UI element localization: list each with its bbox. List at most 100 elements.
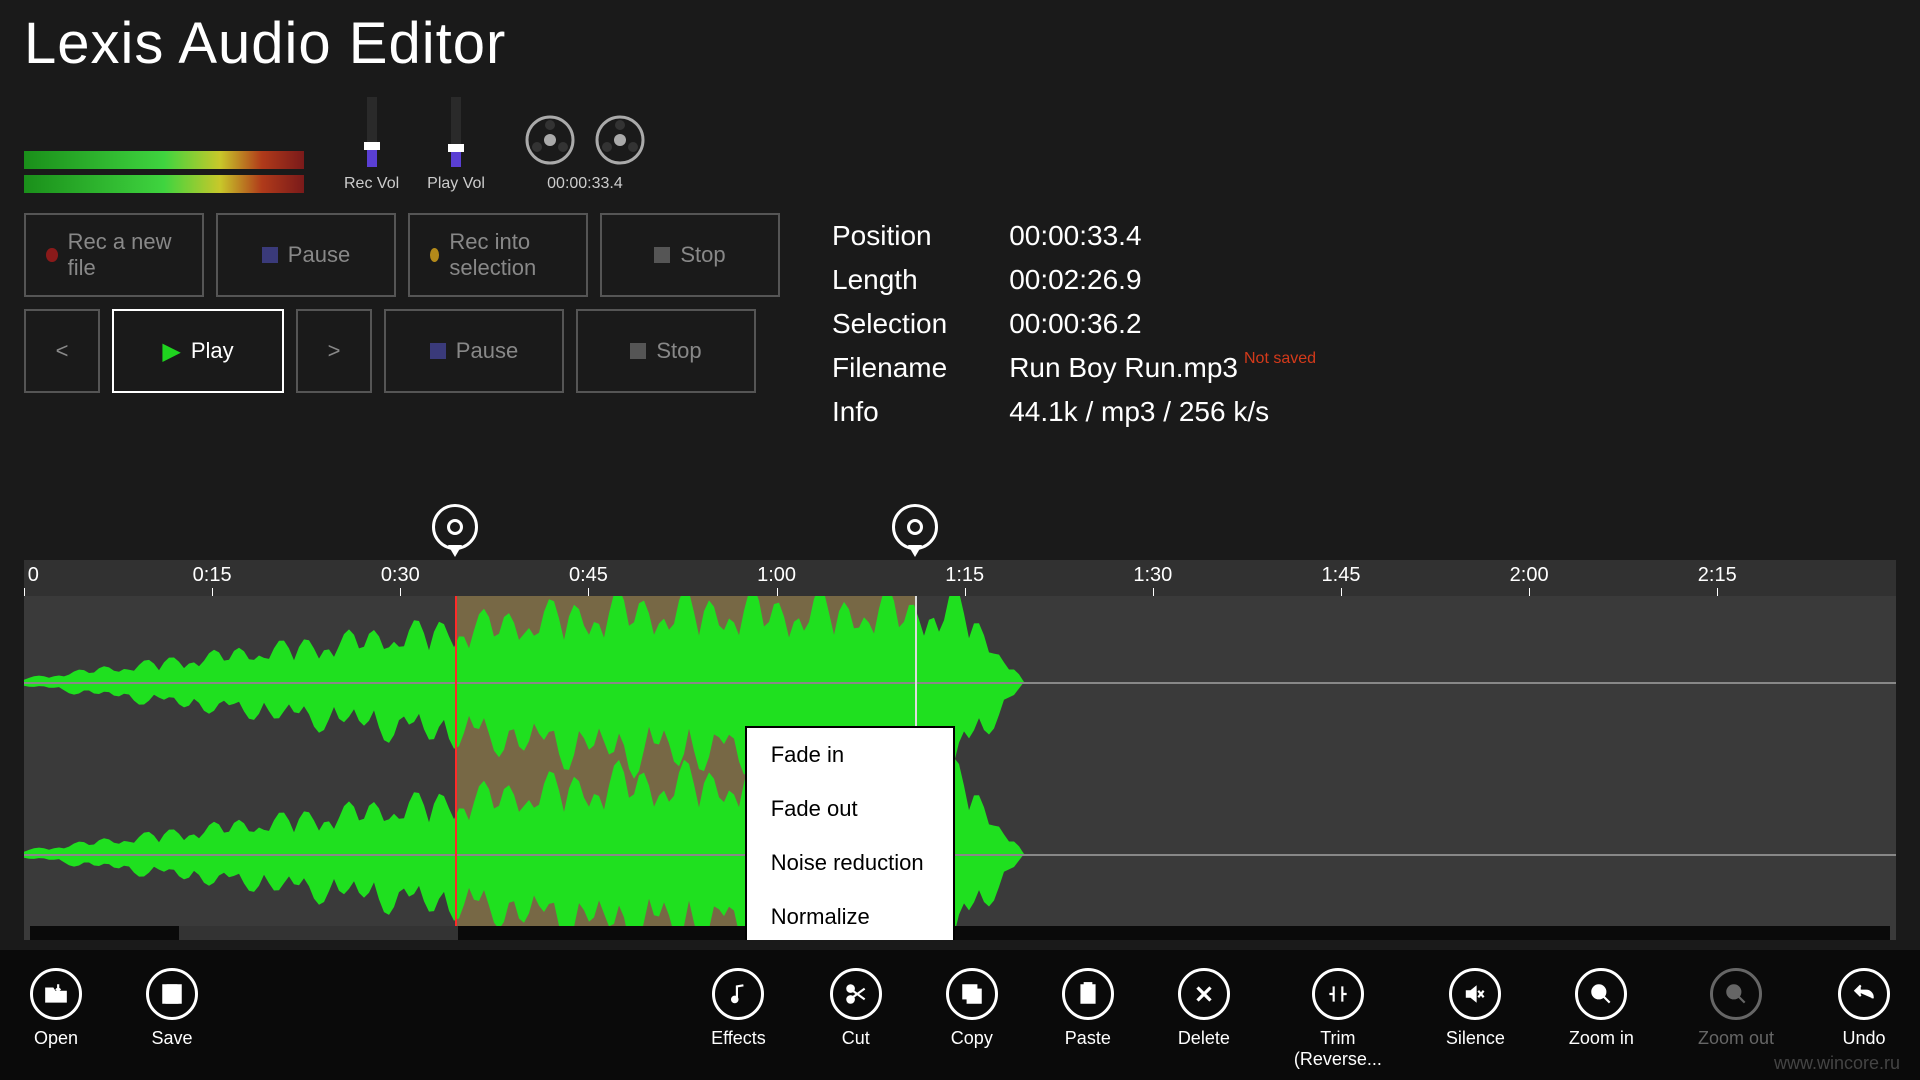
rec-new-file-button[interactable]: Rec a new file [24,213,204,297]
copy-button[interactable]: Copy [946,968,998,1049]
meters-panel: Rec Vol Play Vol 00:00:33.4 [24,97,1920,193]
play-icon: ▶ [162,337,180,366]
context-menu-item[interactable]: Normalize [747,890,953,940]
appbar-label: Effects [711,1028,766,1049]
reel-right-icon [595,115,645,165]
appbar-label: Zoom in [1569,1028,1634,1049]
prev-button[interactable]: < [24,309,100,393]
selection-value: 00:00:36.2 [1009,303,1316,345]
ruler-label: 0:15 [193,564,232,587]
ruler-label: 0 [28,564,39,587]
selection-end-marker[interactable] [892,504,938,550]
ruler-label: 2:00 [1510,564,1549,587]
waveform-area[interactable]: 0 0:15 0:30 0:45 1:00 1:15 1:30 1:45 2:00 2:15 Fa… [24,560,1896,940]
rec-vol-label: Rec Vol [344,175,399,193]
length-value: 00:02:26.9 [1009,259,1316,301]
ruler-label: 1:30 [1133,564,1172,587]
silence-button[interactable]: Silence [1446,968,1505,1049]
center-line [24,682,1896,684]
appbar-label: Zoom out [1698,1028,1774,1049]
play-volume-slider[interactable]: Play Vol [427,97,485,193]
selection-start-marker[interactable] [432,504,478,550]
pause-play-button[interactable]: Pause [384,309,564,393]
zoomin-button[interactable]: Zoom in [1569,968,1634,1049]
trim-icon [1312,968,1364,1020]
context-menu-item[interactable]: Noise reduction [747,836,953,890]
undo-icon [1838,968,1890,1020]
ruler-label: 1:45 [1322,564,1361,587]
ruler-label: 1:00 [757,564,796,587]
pause-icon [430,343,446,359]
position-value: 00:00:33.4 [1009,215,1316,257]
stop-rec-button[interactable]: Stop [600,213,780,297]
rec-volume-slider[interactable]: Rec Vol [344,97,399,193]
tape-reels: 00:00:33.4 [525,115,645,193]
appbar-label: Paste [1065,1028,1111,1049]
stop-play-button[interactable]: Stop [576,309,756,393]
zoomout-button: Zoom out [1698,968,1774,1049]
appbar-label: Trim (Reverse... [1294,1028,1382,1070]
scissors-icon [830,968,882,1020]
reel-left-icon [525,115,575,165]
app-bar: Open Save Effects Cut Copy Paste Delete Trim (R… [0,950,1920,1080]
watermark: www.wincore.ru [1774,1053,1900,1074]
play-vol-label: Play Vol [427,175,485,193]
filename-value: Run Boy Run.mp3 [1009,352,1238,383]
paste-icon [1062,968,1114,1020]
record-icon [46,248,58,262]
appbar-label: Undo [1842,1028,1885,1049]
scrollbar-thumb[interactable] [179,926,458,940]
effects-button[interactable]: Effects [711,968,766,1049]
effects-context-menu: Fade inFade outNoise reductionNormalize [745,726,955,940]
zoomout-icon [1710,968,1762,1020]
copy-icon [946,968,998,1020]
time-ruler[interactable]: 0 0:15 0:30 0:45 1:00 1:15 1:30 1:45 2:00 2:15 [24,560,1896,596]
open-button[interactable]: Open [30,968,82,1049]
pause-rec-button[interactable]: Pause [216,213,396,297]
appbar-label: Copy [951,1028,993,1049]
stop-icon [630,343,646,359]
ruler-label: 0:30 [381,564,420,587]
mute-icon [1449,968,1501,1020]
info-value: 44.1k / mp3 / 256 k/s [1009,391,1316,433]
playhead[interactable] [455,596,457,940]
app-title: Lexis Audio Editor [0,0,1920,77]
x-icon [1178,968,1230,1020]
zoomin-icon [1575,968,1627,1020]
play-button[interactable]: ▶Play [112,309,284,393]
file-info: Position00:00:33.4 Length00:02:26.9 Sele… [830,213,1318,435]
undo-button[interactable]: Undo [1838,968,1890,1049]
cut-button[interactable]: Cut [830,968,882,1049]
not-saved-badge: Not saved [1244,350,1316,367]
folder-icon [30,968,82,1020]
ruler-label: 1:15 [945,564,984,587]
vu-meter [24,151,304,193]
next-button[interactable]: > [296,309,372,393]
appbar-label: Save [151,1028,192,1049]
note-icon [712,968,764,1020]
disk-icon [146,968,198,1020]
stop-icon [654,247,670,263]
appbar-label: Open [34,1028,78,1049]
appbar-label: Delete [1178,1028,1230,1049]
transport-controls: Rec a new file Pause Rec into selection … [24,213,780,435]
delete-button[interactable]: Delete [1178,968,1230,1049]
vu-bar-right [24,175,304,193]
paste-button[interactable]: Paste [1062,968,1114,1049]
appbar-label: Cut [842,1028,870,1049]
center-line [24,854,1896,856]
save-button[interactable]: Save [146,968,198,1049]
horizontal-scrollbar[interactable] [30,926,1890,940]
rec-into-selection-button[interactable]: Rec into selection [408,213,588,297]
ruler-label: 2:15 [1698,564,1737,587]
ruler-label: 0:45 [569,564,608,587]
reel-time: 00:00:33.4 [547,175,623,193]
pause-icon [262,247,278,263]
trim-button[interactable]: Trim (Reverse... [1294,968,1382,1070]
waveform-canvas[interactable]: Fade inFade outNoise reductionNormalize [24,596,1896,940]
vu-bar-left [24,151,304,169]
context-menu-item[interactable]: Fade out [747,782,953,836]
appbar-label: Silence [1446,1028,1505,1049]
record-sel-icon [430,248,439,262]
context-menu-item[interactable]: Fade in [747,728,953,782]
